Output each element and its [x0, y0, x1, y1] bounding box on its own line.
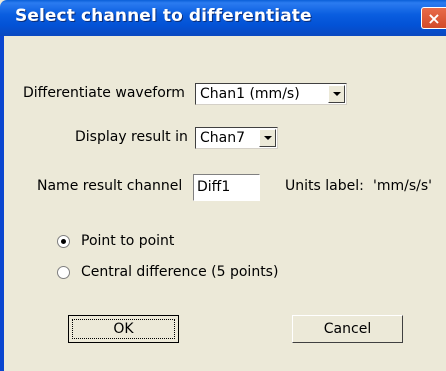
units-value: 'mm/s/s' [373, 178, 432, 194]
units-label: Units label: [285, 178, 364, 194]
name-result-value: Diff1 [197, 179, 231, 195]
cancel-button[interactable]: Cancel [292, 315, 403, 343]
window-frame-left [0, 36, 4, 371]
display-result-select[interactable]: Chan7 [195, 127, 278, 149]
radio-central-difference-label[interactable]: Central difference (5 points) [81, 264, 278, 280]
differentiate-waveform-value: Chan1 (mm/s) [200, 86, 300, 102]
dialog-window: Select channel to differentiate × Differ… [0, 0, 446, 371]
radio-point-to-point[interactable] [57, 235, 70, 248]
close-icon[interactable]: × [421, 7, 446, 29]
radio-central-difference[interactable] [57, 266, 70, 279]
display-result-value: Chan7 [200, 130, 246, 146]
dialog-title: Select channel to differentiate [15, 6, 312, 26]
name-result-input[interactable]: Diff1 [193, 174, 260, 201]
cancel-button-label: Cancel [323, 321, 372, 337]
ok-button-label: OK [113, 321, 134, 337]
title-bar[interactable]: Select channel to differentiate × [0, 0, 446, 36]
chevron-down-icon[interactable] [259, 129, 276, 147]
display-result-label: Display result in [75, 129, 188, 145]
differentiate-waveform-label: Differentiate waveform [23, 85, 185, 101]
ok-button[interactable]: OK [68, 315, 179, 343]
name-result-label: Name result channel [37, 178, 183, 194]
chevron-down-icon[interactable] [328, 85, 345, 103]
radio-point-to-point-label[interactable]: Point to point [81, 233, 174, 249]
differentiate-waveform-select[interactable]: Chan1 (mm/s) [195, 83, 347, 105]
